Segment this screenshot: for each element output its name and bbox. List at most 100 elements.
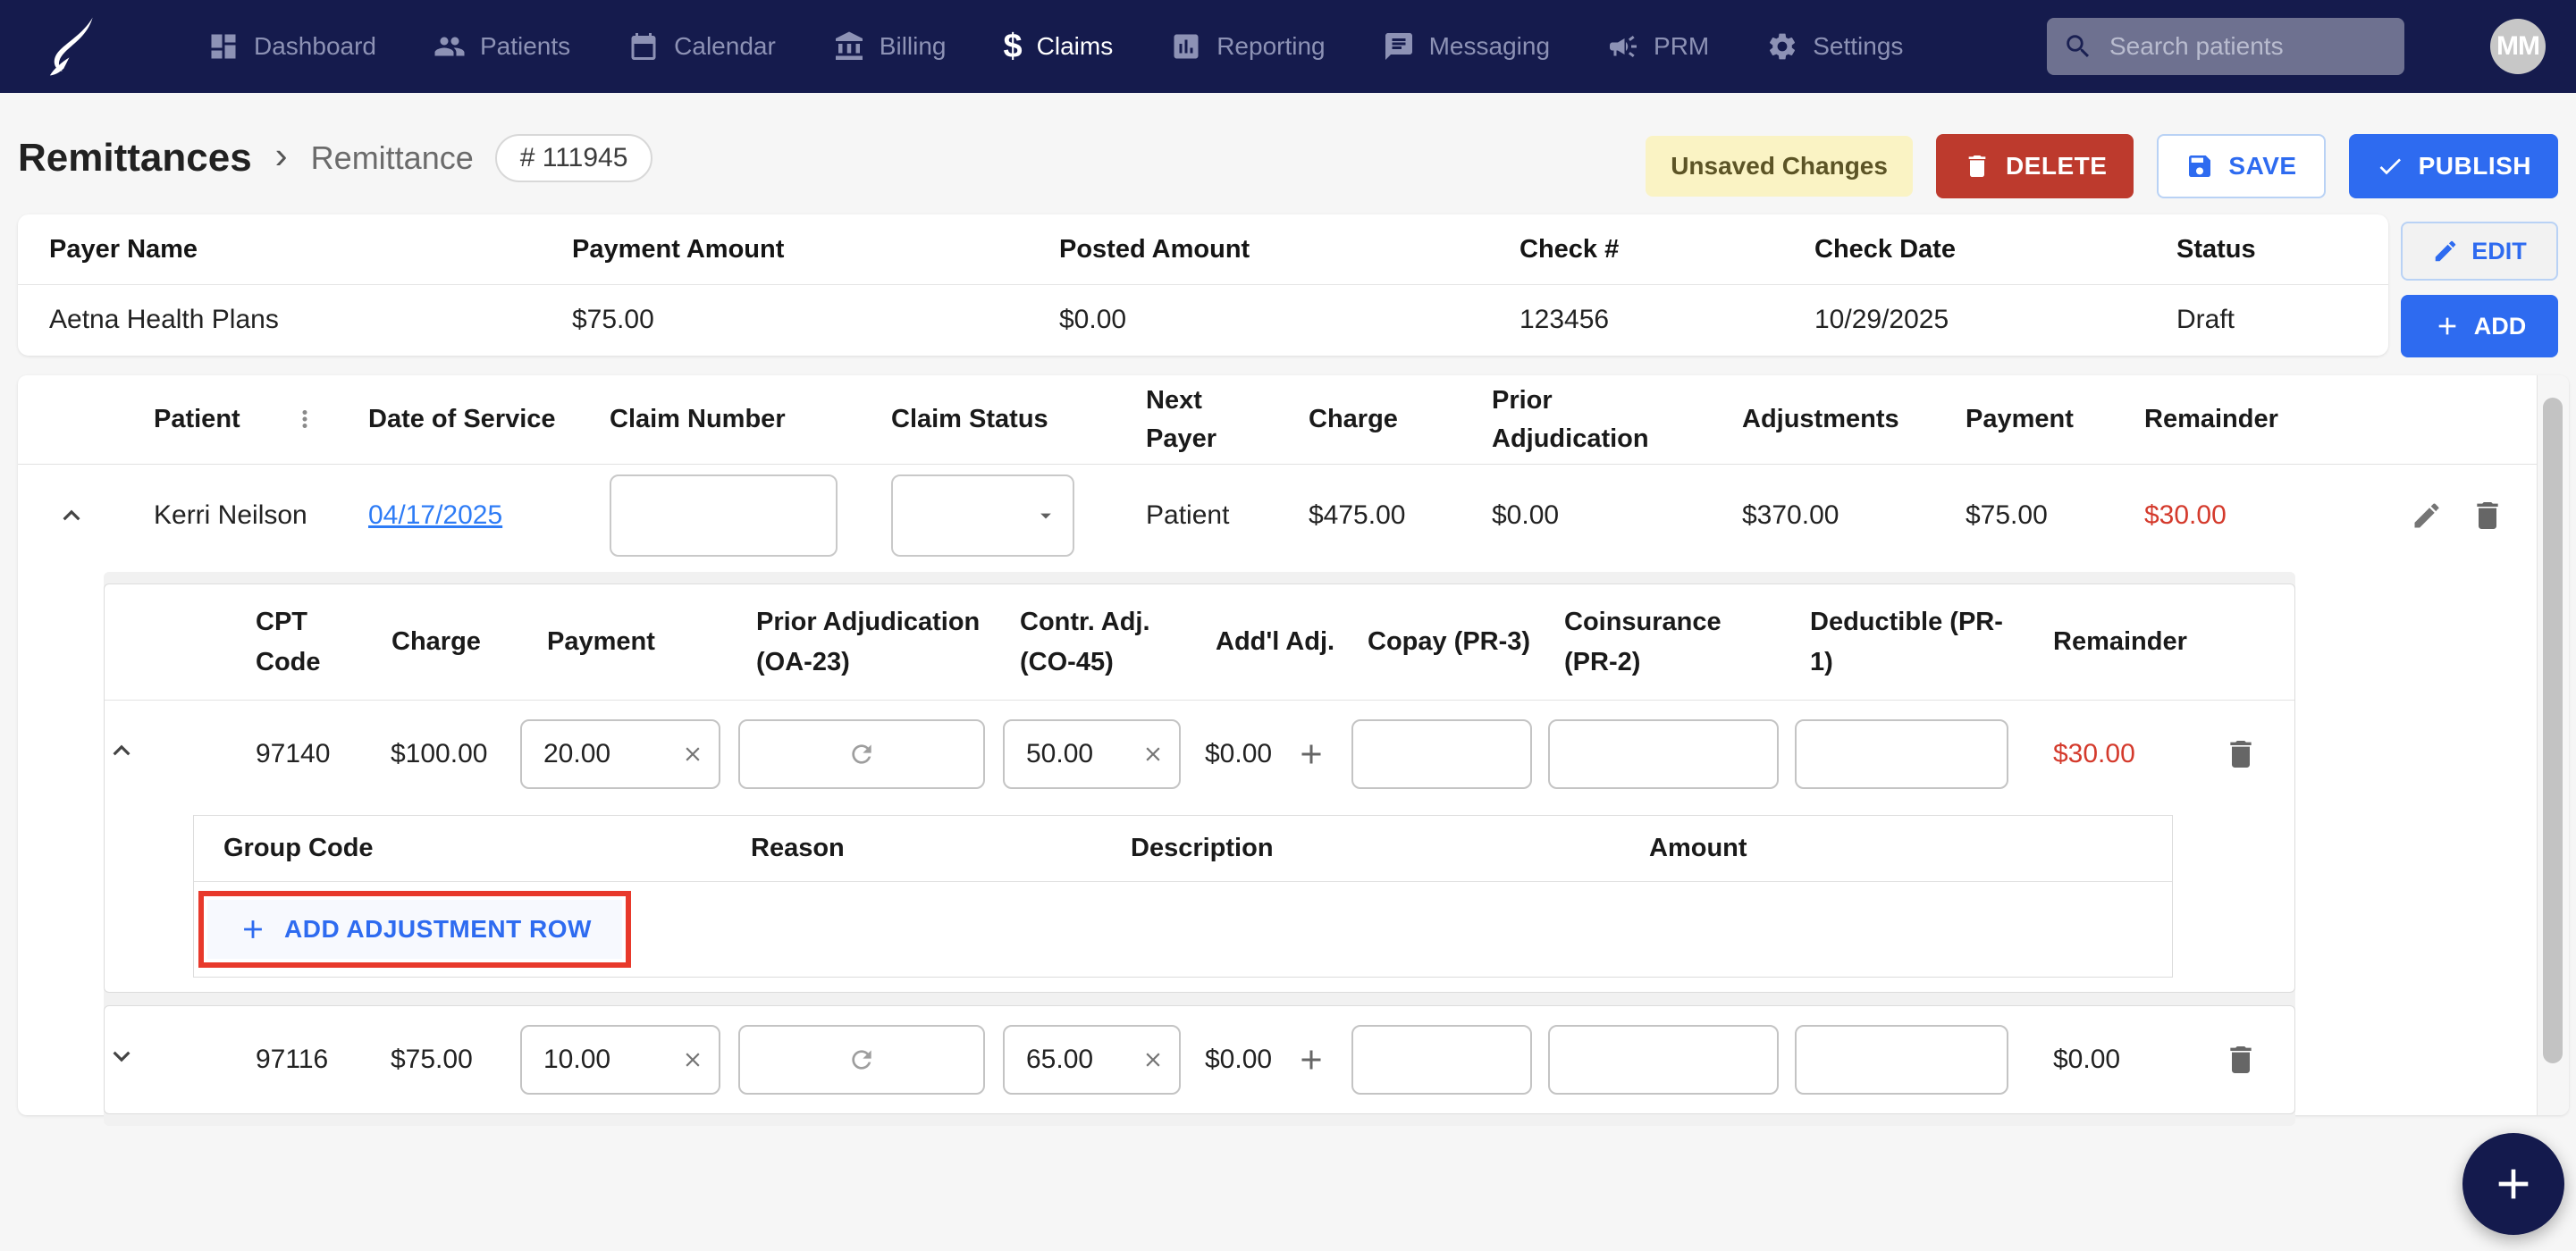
top-nav: Dashboard Patients Calendar Billing $ Cl… [0, 0, 2576, 93]
check-number-value: 123456 [1488, 305, 1783, 335]
dollar-icon: $ [1004, 28, 1023, 66]
contr-adj-input[interactable] [1005, 1045, 1138, 1075]
col-group-code: Group Code [194, 834, 721, 863]
deductible-input-group [1795, 719, 2008, 789]
app-logo-icon[interactable] [38, 13, 104, 80]
prior-adjudication-input-group [738, 719, 985, 789]
contr-adj-input[interactable] [1005, 739, 1138, 769]
save-icon [2185, 152, 2214, 181]
nav-item-settings[interactable]: Settings [1766, 30, 1903, 63]
chat-icon [1383, 30, 1415, 63]
bar-chart-icon [1170, 30, 1202, 63]
fab-add-button[interactable] [2462, 1133, 2564, 1235]
payer-summary-row: Aetna Health Plans $75.00 $0.00 123456 1… [18, 285, 2388, 355]
delete-claim-trash-icon[interactable] [2470, 498, 2505, 533]
add-button[interactable]: ADD [2401, 295, 2558, 357]
claims-table-header: Patient Date of Service Claim Number Cla… [18, 375, 2569, 465]
payer-summary-card: Payer Name Payment Amount Posted Amount … [18, 214, 2388, 356]
chevron-right-icon: › [275, 137, 288, 180]
breadcrumb-remittances[interactable]: Remittances [18, 136, 252, 181]
expand-cpt-chevron-down-icon[interactable] [105, 1039, 139, 1073]
clear-contr-adj-icon[interactable] [1138, 743, 1179, 766]
add-adjustment-plus-icon[interactable] [1295, 738, 1327, 770]
col-check-number: Check # [1488, 235, 1783, 264]
collapse-cpt-chevron-up-icon[interactable] [105, 734, 139, 768]
plus-icon [2488, 1159, 2538, 1209]
col-cpt-deductible: Deductible (PR-1) [1785, 602, 2017, 683]
claim-number-input[interactable] [610, 474, 838, 557]
date-of-service-link[interactable]: 04/17/2025 [368, 500, 502, 530]
status-value: Draft [2145, 305, 2388, 335]
check-date-value: 10/29/2025 [1783, 305, 2145, 335]
charge-value: $475.00 [1280, 500, 1463, 531]
clear-payment-icon[interactable] [678, 1048, 719, 1071]
nav-item-messaging[interactable]: Messaging [1383, 30, 1550, 63]
col-description: Description [1101, 834, 1620, 863]
coinsurance-input-group [1548, 719, 1779, 789]
more-vert-icon[interactable] [291, 406, 318, 432]
refresh-icon[interactable] [847, 1045, 876, 1074]
plus-icon [238, 914, 268, 945]
nav-item-patients[interactable]: Patients [434, 30, 570, 63]
edit-button[interactable]: EDIT [2401, 222, 2558, 281]
col-posted-amount: Posted Amount [1028, 235, 1488, 264]
save-button[interactable]: SAVE [2157, 134, 2325, 198]
deductible-input[interactable] [1797, 1045, 2007, 1075]
coinsurance-input-group [1548, 1025, 1779, 1095]
pencil-icon [2432, 238, 2459, 264]
copay-input[interactable] [1353, 1045, 1530, 1075]
user-avatar[interactable]: MM [2490, 19, 2546, 74]
search-input[interactable] [2109, 32, 2378, 61]
nav-item-dashboard[interactable]: Dashboard [207, 30, 376, 63]
payment-input[interactable] [522, 739, 678, 769]
remainder-value: $30.00 [2116, 500, 2379, 531]
nav-item-reporting[interactable]: Reporting [1170, 30, 1325, 63]
col-status: Status [2145, 235, 2388, 264]
deductible-input[interactable] [1797, 739, 2007, 769]
col-cpt-contr-adj: Contr. Adj. (CO-45) [998, 602, 1191, 683]
col-charge: Charge [1280, 400, 1463, 438]
col-payer-name: Payer Name [18, 235, 541, 264]
add-adjustment-plus-icon[interactable] [1295, 1044, 1327, 1076]
clear-contr-adj-icon[interactable] [1138, 1048, 1179, 1071]
click-target-highlight: ADD ADJUSTMENT ROW [198, 891, 631, 968]
gear-icon [1766, 30, 1798, 63]
scrollbar-thumb[interactable] [2543, 398, 2563, 1063]
nav-label: Patients [480, 32, 570, 61]
prior-adjudication-value: $0.00 [1463, 500, 1713, 531]
col-cpt-coinsurance: Coinsurance (PR-2) [1539, 602, 1785, 683]
edit-claim-pencil-icon[interactable] [2411, 500, 2443, 532]
refresh-icon[interactable] [847, 740, 876, 768]
adjustments-body: ADD ADJUSTMENT ROW [194, 882, 2172, 977]
next-payer-value: Patient [1117, 500, 1280, 531]
cpt-charge-value: $100.00 [364, 739, 502, 769]
dashboard-icon [207, 30, 240, 63]
publish-button[interactable]: PUBLISH [2349, 134, 2558, 198]
payment-input[interactable] [522, 1045, 678, 1075]
delete-cpt-trash-icon[interactable] [2223, 736, 2259, 772]
clear-payment-icon[interactable] [678, 743, 719, 766]
coinsurance-input[interactable] [1550, 739, 1777, 769]
claim-row: Kerri Neilson 04/17/2025 Patient $475.00… [18, 465, 2569, 567]
nav-item-prm[interactable]: PRM [1607, 30, 1709, 63]
copay-input-group [1351, 719, 1532, 789]
patient-search [2047, 18, 2404, 75]
col-payment: Payment [1937, 400, 2116, 438]
search-icon [2063, 31, 2093, 62]
col-reason: Reason [721, 834, 1101, 863]
save-label: SAVE [2228, 152, 2296, 181]
breadcrumb-remittance: Remittance [311, 139, 474, 177]
copay-input[interactable] [1353, 739, 1530, 769]
claim-status-select[interactable] [891, 474, 1074, 557]
cpt-table-header: CPT Code Charge Payment Prior Adjudicati… [105, 584, 2294, 701]
delete-cpt-trash-icon[interactable] [2223, 1042, 2259, 1078]
delete-button[interactable]: DELETE [1936, 134, 2134, 198]
nav-item-claims[interactable]: $ Claims [1004, 28, 1114, 66]
add-adjustment-row-button[interactable]: ADD ADJUSTMENT ROW [207, 900, 622, 959]
col-date-of-service: Date of Service [340, 400, 581, 438]
collapse-claim-chevron-up-icon[interactable] [55, 499, 88, 533]
cpt-panel: CPT Code Charge Payment Prior Adjudicati… [104, 572, 2295, 1126]
coinsurance-input[interactable] [1550, 1045, 1777, 1075]
nav-item-calendar[interactable]: Calendar [627, 30, 776, 63]
nav-item-billing[interactable]: Billing [833, 30, 947, 63]
